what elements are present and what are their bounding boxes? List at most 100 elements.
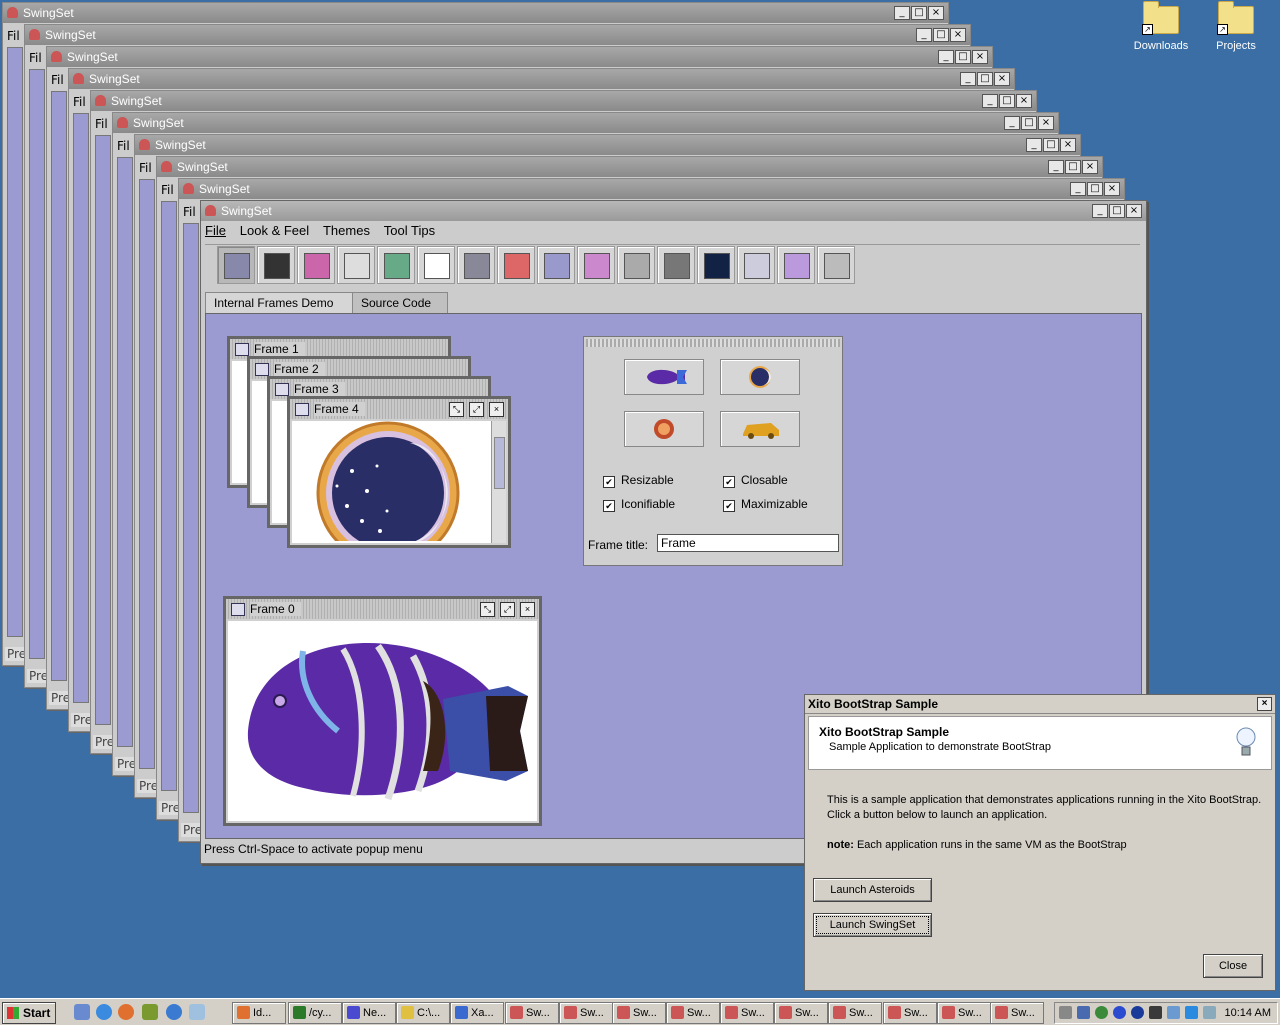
menu-themes[interactable]: Themes xyxy=(323,223,370,238)
start-button[interactable]: Start xyxy=(2,1002,56,1024)
tray-app-icon[interactable] xyxy=(1095,1006,1108,1019)
menu-file[interactable]: Fil xyxy=(139,161,152,175)
menu-file[interactable]: Fil xyxy=(7,29,20,43)
taskbar-task-button[interactable]: Sw... xyxy=(883,1002,937,1024)
close-dialog-button[interactable]: Close xyxy=(1203,954,1263,978)
window-titlebar[interactable]: SwingSet _ □ × xyxy=(201,201,1146,221)
maximize-button[interactable]: ⤢ xyxy=(500,602,515,617)
close-button[interactable]: × xyxy=(489,402,504,417)
dialog-titlebar[interactable]: Xito BootStrap Sample × xyxy=(805,695,1275,714)
maximize-button[interactable]: □ xyxy=(1087,182,1103,196)
close-button[interactable]: × xyxy=(1060,138,1076,152)
maximize-button[interactable]: ⤢ xyxy=(469,402,484,417)
create-moon-frame-button[interactable] xyxy=(720,359,800,395)
iconify-button[interactable]: ⤡ xyxy=(449,402,464,417)
resizable-checkbox[interactable]: ✔ Resizable xyxy=(603,473,674,488)
vertical-scrollbar[interactable] xyxy=(491,421,506,543)
maximize-button[interactable]: □ xyxy=(977,72,993,86)
close-button[interactable]: × xyxy=(1257,697,1272,711)
minimize-button[interactable]: _ xyxy=(894,6,910,20)
maximize-button[interactable]: □ xyxy=(999,94,1015,108)
close-button[interactable]: × xyxy=(1082,160,1098,174)
tray-app-icon[interactable] xyxy=(1113,1006,1126,1019)
tab-source-code[interactable]: Source Code xyxy=(352,292,448,313)
desktop-icon-downloads[interactable]: ↗ Downloads xyxy=(1126,1,1196,52)
desktop-icon-projects[interactable]: ↗ Projects xyxy=(1201,1,1271,52)
menu-file[interactable]: Fil xyxy=(73,95,86,109)
frame-title-input[interactable] xyxy=(657,534,839,552)
menu-file[interactable]: File xyxy=(205,223,226,238)
taskbar-task-button[interactable]: C:\... xyxy=(396,1002,450,1024)
window-titlebar[interactable]: SwingSet _ □ × xyxy=(25,25,970,45)
closable-checkbox[interactable]: ✔ Closable xyxy=(723,473,788,488)
internal-frame-0[interactable]: Frame 0 ⤡ ⤢ × xyxy=(223,596,542,826)
launch-asteroids-button[interactable]: Launch Asteroids xyxy=(813,878,932,902)
close-button[interactable]: × xyxy=(950,28,966,42)
combobox-demo-button[interactable] xyxy=(337,246,375,284)
color-chooser-demo-button[interactable] xyxy=(297,246,335,284)
tooltip-demo-button[interactable] xyxy=(777,246,815,284)
option-pane-demo-button[interactable] xyxy=(497,246,535,284)
tray-app-icon[interactable] xyxy=(1167,1006,1180,1019)
maximize-button[interactable]: □ xyxy=(1065,160,1081,174)
split-pane-demo-button[interactable] xyxy=(657,246,695,284)
minimize-button[interactable]: _ xyxy=(938,50,954,64)
window-titlebar[interactable]: SwingSet _ □ × xyxy=(113,113,1058,133)
taskbar-task-button[interactable]: Sw... xyxy=(559,1002,613,1024)
taskbar-task-button[interactable]: Xa... xyxy=(450,1002,504,1024)
panel-grip[interactable] xyxy=(586,339,840,347)
minimize-button[interactable]: _ xyxy=(916,28,932,42)
close-button[interactable]: × xyxy=(994,72,1010,86)
list-demo-button[interactable] xyxy=(457,246,495,284)
minimize-button[interactable]: _ xyxy=(982,94,998,108)
network-icon[interactable] xyxy=(1077,1006,1090,1019)
minimize-button[interactable]: _ xyxy=(960,72,976,86)
tree-demo-button[interactable] xyxy=(817,246,855,284)
app-icon[interactable] xyxy=(142,1004,158,1020)
menu-file[interactable]: Fil xyxy=(95,117,108,131)
close-button[interactable]: × xyxy=(1126,204,1142,218)
maximize-button[interactable]: □ xyxy=(1021,116,1037,130)
create-cab-frame-button[interactable] xyxy=(720,411,800,447)
window-titlebar[interactable]: SwingSet _ □ × xyxy=(157,157,1102,177)
internal-frame-demo-button[interactable] xyxy=(217,246,255,284)
menu-file[interactable]: Fil xyxy=(117,139,130,153)
taskbar-task-button[interactable]: Ne... xyxy=(342,1002,396,1024)
close-button[interactable]: × xyxy=(1016,94,1032,108)
iconifiable-checkbox[interactable]: ✔ Iconifiable xyxy=(603,497,675,512)
firefox-icon[interactable] xyxy=(118,1004,134,1020)
taskbar-task-button[interactable]: Sw... xyxy=(666,1002,720,1024)
menu-tool-tips[interactable]: Tool Tips xyxy=(384,223,435,238)
tabbed-pane-demo-button[interactable] xyxy=(697,246,735,284)
ie-icon[interactable] xyxy=(96,1004,112,1020)
frame-titlebar[interactable]: Frame 4 ⤡ ⤢ × xyxy=(290,399,508,419)
app-icon[interactable] xyxy=(166,1004,182,1020)
close-button[interactable]: × xyxy=(972,50,988,64)
window-titlebar[interactable]: SwingSet _ □ × xyxy=(135,135,1080,155)
window-titlebar[interactable]: SwingSet _ □ × xyxy=(69,69,1014,89)
maximize-button[interactable]: □ xyxy=(955,50,971,64)
window-titlebar[interactable]: SwingSet _ □ × xyxy=(179,179,1124,199)
taskbar-task-button[interactable]: Id... xyxy=(232,1002,286,1024)
show-desktop-icon[interactable] xyxy=(74,1004,90,1020)
close-button[interactable]: × xyxy=(1038,116,1054,130)
window-titlebar[interactable]: SwingSet _ □ × xyxy=(3,3,948,23)
slider-demo-button[interactable] xyxy=(617,246,655,284)
camera-icon[interactable] xyxy=(1149,1006,1162,1019)
minimize-button[interactable]: _ xyxy=(1092,204,1108,218)
create-sun-frame-button[interactable] xyxy=(624,411,704,447)
taskbar-task-button[interactable]: Sw... xyxy=(828,1002,882,1024)
scrollbar-thumb[interactable] xyxy=(494,437,505,489)
checkbox-radio-demo-button[interactable] xyxy=(257,246,295,284)
create-fish-frame-button[interactable] xyxy=(624,359,704,395)
tray-app-icon[interactable] xyxy=(1131,1006,1144,1019)
maximize-button[interactable]: □ xyxy=(911,6,927,20)
menu-file[interactable]: Fil xyxy=(51,73,64,87)
taskbar-task-button[interactable]: Sw... xyxy=(720,1002,774,1024)
launch-swingset-button[interactable]: Launch SwingSet xyxy=(813,913,932,937)
window-titlebar[interactable]: SwingSet _ □ × xyxy=(91,91,1036,111)
editor-pane-demo-button[interactable] xyxy=(417,246,455,284)
table-demo-button[interactable] xyxy=(737,246,775,284)
taskbar-task-button[interactable]: Sw... xyxy=(505,1002,559,1024)
maximizable-checkbox[interactable]: ✔ Maximizable xyxy=(723,497,808,512)
